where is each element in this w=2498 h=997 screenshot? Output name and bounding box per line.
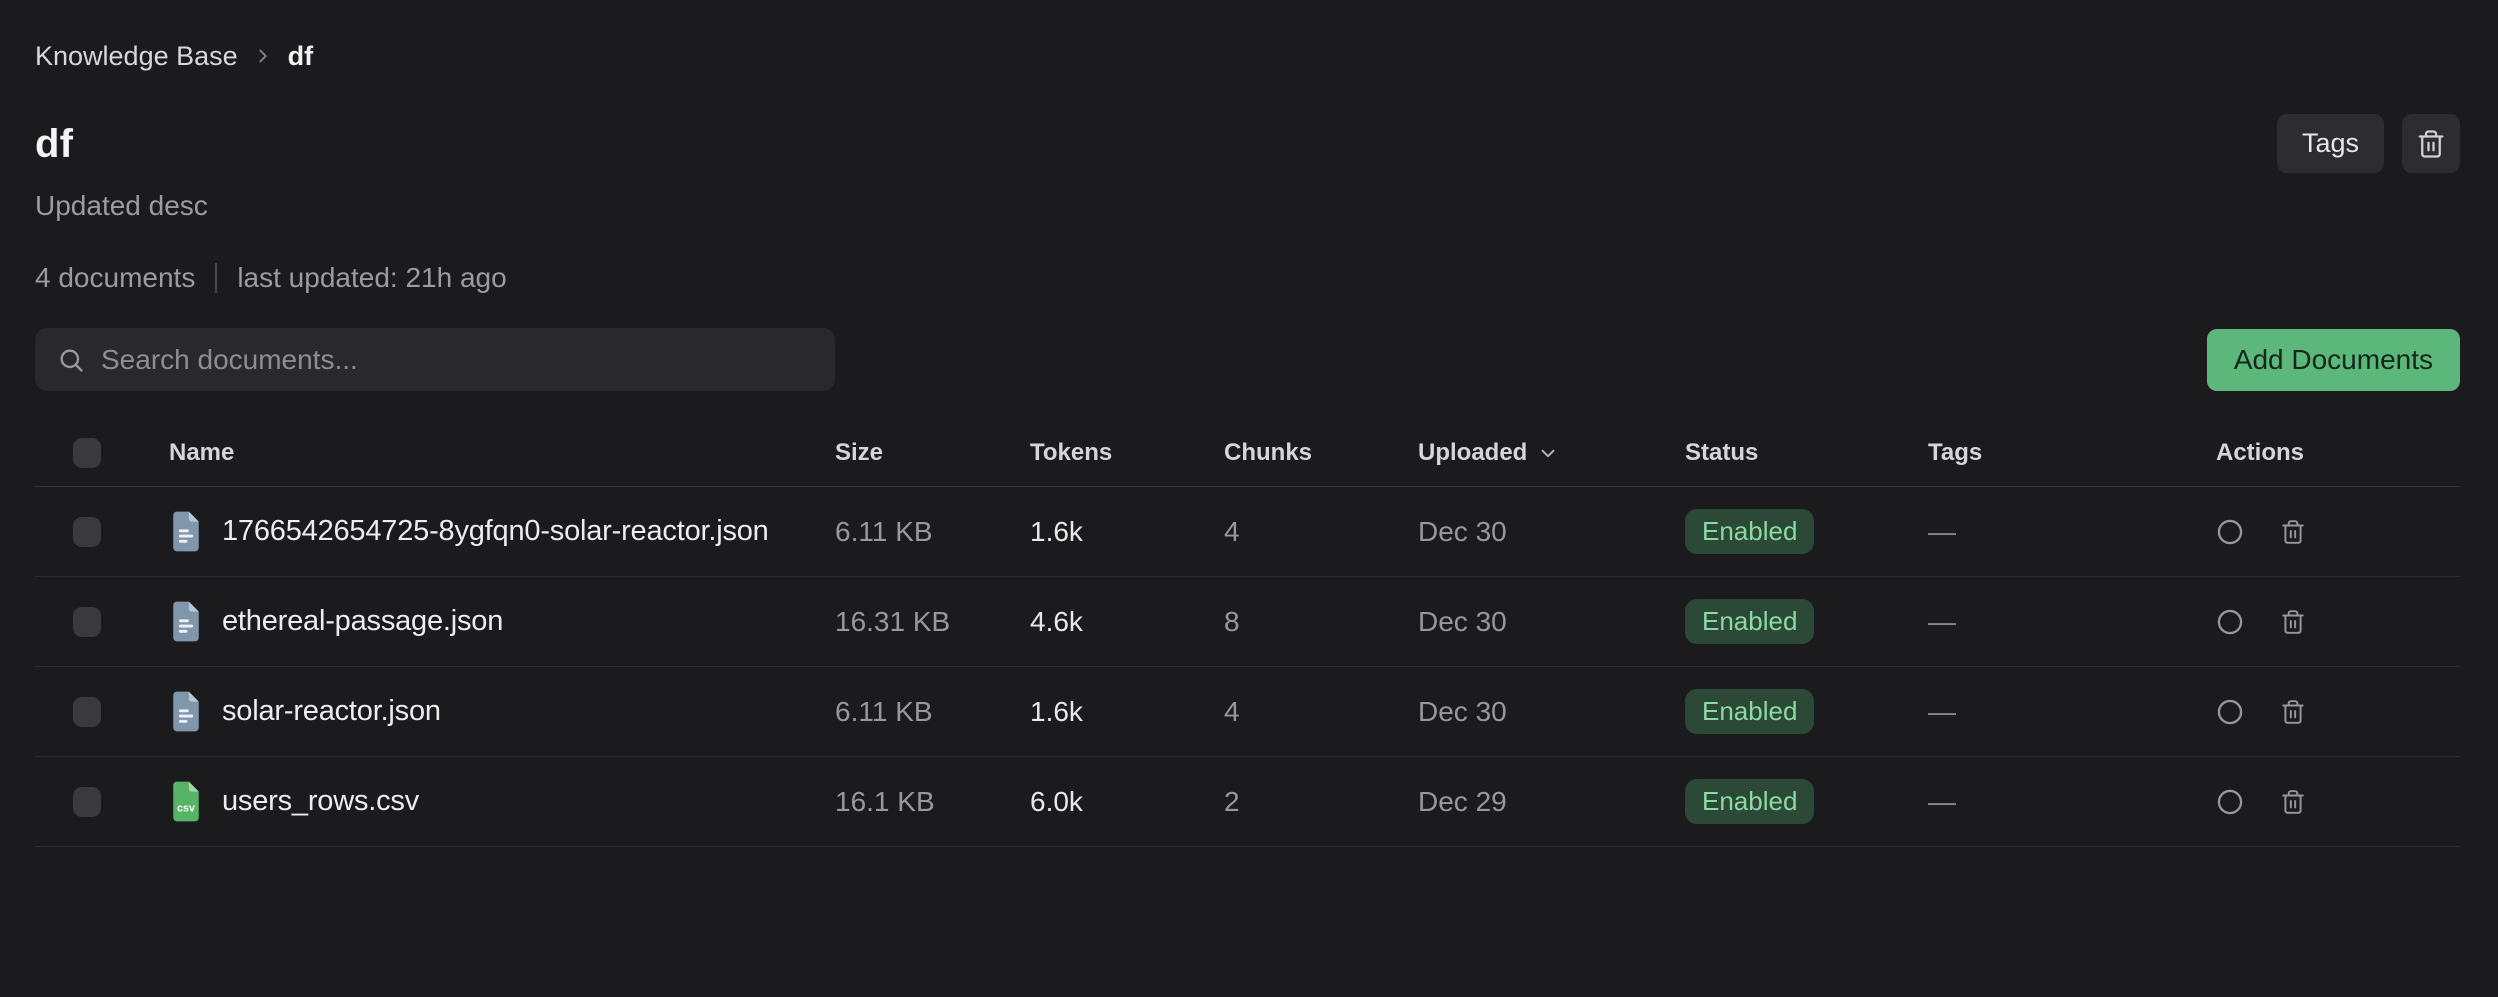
document-chunks: 2 bbox=[1224, 786, 1418, 818]
table-body: 1766542654725-8ygfqn0-solar-reactor.json… bbox=[35, 487, 2460, 847]
document-size: 6.11 KB bbox=[835, 516, 1030, 548]
document-name[interactable]: ethereal-passage.json bbox=[222, 605, 503, 638]
document-uploaded: Dec 30 bbox=[1418, 606, 1685, 638]
status-badge: Enabled bbox=[1685, 509, 1814, 554]
document-chunks: 4 bbox=[1224, 516, 1418, 548]
document-size: 16.1 KB bbox=[835, 786, 1030, 818]
row-checkbox[interactable] bbox=[73, 607, 101, 637]
column-header-uploaded[interactable]: Uploaded bbox=[1418, 439, 1685, 467]
json-file-icon bbox=[169, 690, 203, 733]
document-tags: — bbox=[1928, 696, 2216, 728]
status-badge: Enabled bbox=[1685, 689, 1814, 734]
document-name[interactable]: users_rows.csv bbox=[222, 785, 419, 818]
document-tags: — bbox=[1928, 606, 2216, 638]
table-header: Name Size Tokens Chunks Uploaded Status … bbox=[35, 419, 2460, 487]
document-tokens: 1.6k bbox=[1030, 696, 1224, 728]
breadcrumb: Knowledge Base df bbox=[35, 38, 2460, 74]
row-checkbox[interactable] bbox=[73, 517, 101, 547]
json-file-icon bbox=[169, 600, 203, 643]
title-actions: Tags bbox=[2277, 114, 2460, 173]
trash-icon bbox=[2280, 698, 2306, 726]
document-chunks: 8 bbox=[1224, 606, 1418, 638]
add-documents-button[interactable]: Add Documents bbox=[2207, 329, 2460, 391]
toggle-status-button[interactable] bbox=[2216, 518, 2244, 546]
documents-count: 4 documents bbox=[35, 261, 195, 295]
document-size: 16.31 KB bbox=[835, 606, 1030, 638]
circle-icon bbox=[2216, 518, 2244, 546]
column-header-tokens[interactable]: Tokens bbox=[1030, 439, 1224, 467]
table-row[interactable]: csv users_rows.csv 16.1 KB 6.0k 2 Dec 29… bbox=[35, 757, 2460, 847]
delete-document-button[interactable] bbox=[2280, 698, 2306, 726]
row-checkbox[interactable] bbox=[73, 787, 101, 817]
row-checkbox[interactable] bbox=[73, 697, 101, 727]
trash-icon bbox=[2416, 129, 2446, 159]
column-header-chunks[interactable]: Chunks bbox=[1224, 439, 1418, 467]
meta-row: 4 documents last updated: 21h ago bbox=[35, 261, 2460, 295]
page: Knowledge Base df df Tags Updated desc 4… bbox=[0, 0, 2498, 847]
document-uploaded: Dec 29 bbox=[1418, 786, 1685, 818]
document-tokens: 4.6k bbox=[1030, 606, 1224, 638]
trash-icon bbox=[2280, 518, 2306, 546]
document-tokens: 1.6k bbox=[1030, 516, 1224, 548]
breadcrumb-knowledge-base[interactable]: Knowledge Base bbox=[35, 41, 238, 72]
table-row[interactable]: ethereal-passage.json 16.31 KB 4.6k 8 De… bbox=[35, 577, 2460, 667]
table-row[interactable]: 1766542654725-8ygfqn0-solar-reactor.json… bbox=[35, 487, 2460, 577]
documents-table: Name Size Tokens Chunks Uploaded Status … bbox=[35, 419, 2460, 847]
json-file-icon bbox=[169, 510, 203, 553]
status-badge: Enabled bbox=[1685, 779, 1814, 824]
document-uploaded: Dec 30 bbox=[1418, 696, 1685, 728]
svg-text:csv: csv bbox=[177, 802, 195, 814]
status-badge: Enabled bbox=[1685, 599, 1814, 644]
chevron-down-icon bbox=[1537, 442, 1559, 464]
delete-document-button[interactable] bbox=[2280, 788, 2306, 816]
document-tags: — bbox=[1928, 786, 2216, 818]
circle-icon bbox=[2216, 608, 2244, 636]
column-header-tags[interactable]: Tags bbox=[1928, 439, 2216, 467]
kb-description: Updated desc bbox=[35, 189, 2460, 223]
document-name[interactable]: 1766542654725-8ygfqn0-solar-reactor.json bbox=[222, 515, 769, 548]
last-updated: last updated: 21h ago bbox=[237, 261, 506, 295]
page-title: df bbox=[35, 120, 73, 168]
document-tokens: 6.0k bbox=[1030, 786, 1224, 818]
delete-document-button[interactable] bbox=[2280, 518, 2306, 546]
circle-icon bbox=[2216, 698, 2244, 726]
document-tags: — bbox=[1928, 516, 2216, 548]
select-all-checkbox[interactable] bbox=[73, 438, 101, 468]
document-name[interactable]: solar-reactor.json bbox=[222, 695, 441, 728]
document-chunks: 4 bbox=[1224, 696, 1418, 728]
document-uploaded: Dec 30 bbox=[1418, 516, 1685, 548]
column-header-name[interactable]: Name bbox=[169, 439, 835, 467]
delete-knowledge-base-button[interactable] bbox=[2402, 114, 2460, 173]
toolbar: Add Documents bbox=[35, 328, 2460, 391]
column-header-uploaded-label: Uploaded bbox=[1418, 439, 1527, 467]
breadcrumb-current: df bbox=[288, 41, 313, 72]
circle-icon bbox=[2216, 788, 2244, 816]
title-row: df Tags bbox=[35, 114, 2460, 173]
delete-document-button[interactable] bbox=[2280, 608, 2306, 636]
toggle-status-button[interactable] bbox=[2216, 698, 2244, 726]
trash-icon bbox=[2280, 608, 2306, 636]
toggle-status-button[interactable] bbox=[2216, 788, 2244, 816]
column-header-size[interactable]: Size bbox=[835, 439, 1030, 467]
toggle-status-button[interactable] bbox=[2216, 608, 2244, 636]
column-header-status[interactable]: Status bbox=[1685, 439, 1928, 467]
search-input[interactable] bbox=[101, 344, 813, 376]
meta-divider bbox=[215, 263, 217, 293]
csv-file-icon: csv bbox=[169, 780, 203, 823]
document-size: 6.11 KB bbox=[835, 696, 1030, 728]
search-icon bbox=[57, 346, 85, 374]
chevron-right-icon bbox=[252, 45, 274, 67]
trash-icon bbox=[2280, 788, 2306, 816]
column-header-actions: Actions bbox=[2216, 439, 2422, 467]
table-row[interactable]: solar-reactor.json 6.11 KB 1.6k 4 Dec 30… bbox=[35, 667, 2460, 757]
tags-button[interactable]: Tags bbox=[2277, 114, 2384, 173]
search-box[interactable] bbox=[35, 328, 835, 391]
